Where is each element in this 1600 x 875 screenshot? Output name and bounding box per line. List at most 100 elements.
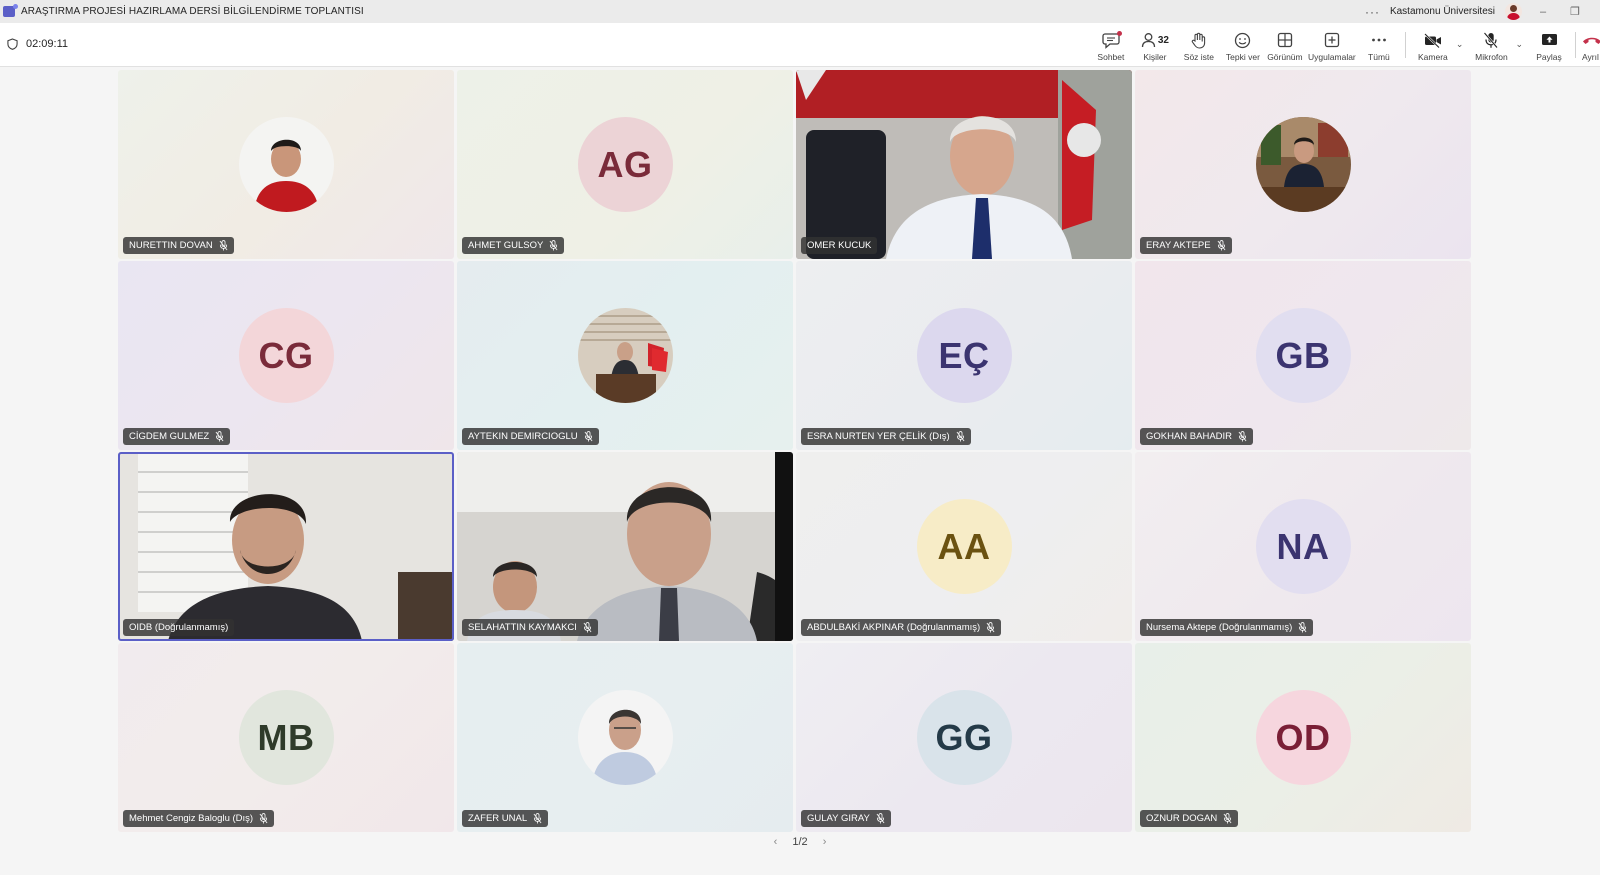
participant-grid: NURETTIN DOVAN AG AHMET GULSOY OMER KUCU… <box>0 68 1600 875</box>
mic-off-icon <box>986 622 995 633</box>
participant-tile[interactable]: ZAFER UNAL <box>457 643 793 832</box>
gallery-pager: ‹ 1/2 › <box>0 836 1600 848</box>
participant-name: ERAY AKTEPE <box>1146 240 1211 251</box>
microphone-off-icon <box>1484 31 1499 48</box>
raise-hand-label: Söz iste <box>1183 52 1215 62</box>
people-button[interactable]: 32 Kişiler <box>1133 23 1177 67</box>
participant-name: NURETTIN DOVAN <box>129 240 213 251</box>
leave-button[interactable]: Ayrıl <box>1582 23 1600 67</box>
person-photo-image <box>238 117 334 212</box>
people-label: Kişiler <box>1143 52 1167 62</box>
camera-label: Kamera <box>1418 52 1448 62</box>
people-icon <box>1141 33 1155 48</box>
participant-nameplate: GULAY GIRAY <box>801 810 891 827</box>
mic-off-icon <box>1217 240 1226 251</box>
participant-nameplate: SELAHATTIN KAYMAKCI <box>462 619 598 636</box>
minimize-button[interactable]: – <box>1532 6 1554 18</box>
teams-logo-icon <box>3 4 18 17</box>
raise-hand-button[interactable]: Söz iste <box>1177 23 1221 67</box>
camera-button[interactable]: Kamera <box>1412 23 1454 67</box>
participant-name: OMER KUCUK <box>807 240 872 251</box>
mic-off-icon <box>1298 622 1307 633</box>
participant-name: Mehmet Cengiz Baloglu (Dış) <box>129 813 254 824</box>
mic-off-icon <box>956 431 965 442</box>
profile-photo <box>577 308 673 403</box>
participant-nameplate: ZAFER UNAL <box>462 810 549 827</box>
share-label: Paylaş <box>1536 52 1562 62</box>
profile-photo <box>577 690 673 785</box>
profile-photo <box>238 117 334 212</box>
participant-nameplate: Mehmet Cengiz Baloglu (Dış) <box>123 810 275 827</box>
react-button[interactable]: Tepki ver <box>1221 23 1265 67</box>
participant-name: AHMET GULSOY <box>468 240 544 251</box>
share-screen-icon <box>1541 34 1557 45</box>
more-label: Tümü <box>1368 52 1390 62</box>
apps-button[interactable]: Uygulamalar <box>1305 23 1359 67</box>
notification-dot <box>1116 31 1122 36</box>
participant-tile[interactable]: NA Nursema Aktepe (Doğrulanmamış) <box>1135 452 1471 641</box>
view-label: Görünüm <box>1267 52 1303 62</box>
participant-video-tile[interactable]: SELAHATTIN KAYMAKCI <box>457 452 793 641</box>
participant-tile[interactable]: NURETTIN DOVAN <box>118 70 454 259</box>
camera-options-chevron-down-icon[interactable]: ⌄ <box>1456 39 1464 50</box>
participant-tile[interactable]: CG CİGDEM GULMEZ <box>118 261 454 450</box>
participant-tile[interactable]: OD OZNUR DOGAN <box>1135 643 1471 832</box>
user-avatar[interactable] <box>1505 3 1522 20</box>
participant-tile[interactable]: MB Mehmet Cengiz Baloglu (Dış) <box>118 643 454 832</box>
microphone-options-chevron-down-icon[interactable]: ⌄ <box>1515 39 1523 50</box>
initials-avatar: GG <box>916 690 1012 785</box>
previous-page-chevron-left-icon[interactable]: ‹ <box>774 836 778 848</box>
participant-nameplate: AHMET GULSOY <box>462 237 565 254</box>
mic-off-icon <box>549 240 558 251</box>
participant-name: Nursema Aktepe (Doğrulanmamış) <box>1146 622 1293 633</box>
participant-nameplate: ABDULBAKİ AKPINAR (Doğrulanmamış) <box>801 619 1002 636</box>
video-feed-image <box>796 70 1132 259</box>
initials-avatar: MB <box>238 690 334 785</box>
chat-button[interactable]: Sohbet <box>1089 23 1133 67</box>
participant-nameplate: ESRA NURTEN YER ÇELİK (Dış) <box>801 428 971 445</box>
meeting-title: ARAŞTIRMA PROJESİ HAZIRLAMA DERSİ BİLGİL… <box>21 6 364 17</box>
raise-hand-icon <box>1192 32 1206 49</box>
initials-avatar: EÇ <box>916 308 1012 403</box>
participant-name: CİGDEM GULMEZ <box>129 431 210 442</box>
participant-tile[interactable]: AG AHMET GULSOY <box>457 70 793 259</box>
participant-tile[interactable]: ERAY AKTEPE <box>1135 70 1471 259</box>
participant-video-tile[interactable]: OMER KUCUK <box>796 70 1132 259</box>
participant-tile[interactable]: EÇ ESRA NURTEN YER ÇELİK (Dış) <box>796 261 1132 450</box>
mic-off-icon <box>219 240 228 251</box>
initials-avatar: AG <box>577 117 673 212</box>
mic-off-icon <box>533 813 542 824</box>
toolbar-divider <box>1575 32 1576 58</box>
initials-avatar: AA <box>916 499 1012 594</box>
participant-nameplate: Nursema Aktepe (Doğrulanmamış) <box>1140 619 1314 636</box>
restore-button[interactable]: ❐ <box>1564 5 1586 18</box>
participant-video-tile-speaking[interactable]: OIDB (Doğrulanmamış) <box>118 452 454 641</box>
share-button[interactable]: Paylaş <box>1529 23 1569 67</box>
more-icon <box>1372 38 1386 42</box>
person-photo-image <box>577 690 673 785</box>
participant-tile[interactable]: AYTEKIN DEMIRCIOGLU <box>457 261 793 450</box>
participant-tile[interactable]: GG GULAY GIRAY <box>796 643 1132 832</box>
initials-avatar: OD <box>1255 690 1351 785</box>
react-label: Tepki ver <box>1225 52 1260 62</box>
participant-tile[interactable]: AA ABDULBAKİ AKPINAR (Doğrulanmamış) <box>796 452 1132 641</box>
participant-nameplate: CİGDEM GULMEZ <box>123 428 231 445</box>
participant-nameplate: OIDB (Doğrulanmamış) <box>123 619 235 636</box>
toolbar-actions: Sohbet 32 Kişiler Söz iste Tepki ver Gör… <box>1089 23 1600 67</box>
microphone-button[interactable]: Mikrofon <box>1469 23 1513 67</box>
timer-text: 02:09:11 <box>26 38 69 50</box>
person-photo-image <box>1255 117 1351 212</box>
more-actions-button[interactable]: Tümü <box>1359 23 1399 67</box>
leave-label: Ayrıl <box>1582 52 1599 62</box>
next-page-chevron-right-icon[interactable]: › <box>823 836 827 848</box>
hang-up-icon <box>1583 37 1600 44</box>
apps-label: Uygulamalar <box>1308 52 1356 62</box>
more-horizontal-icon[interactable]: ··· <box>1365 5 1380 19</box>
chat-label: Sohbet <box>1097 52 1125 62</box>
participant-nameplate: GOKHAN BAHADIR <box>1140 428 1254 445</box>
shield-icon <box>7 38 18 50</box>
participant-tile[interactable]: GB GOKHAN BAHADIR <box>1135 261 1471 450</box>
view-button[interactable]: Görünüm <box>1265 23 1305 67</box>
mic-off-icon <box>1223 813 1232 824</box>
participant-name: OZNUR DOGAN <box>1146 813 1218 824</box>
